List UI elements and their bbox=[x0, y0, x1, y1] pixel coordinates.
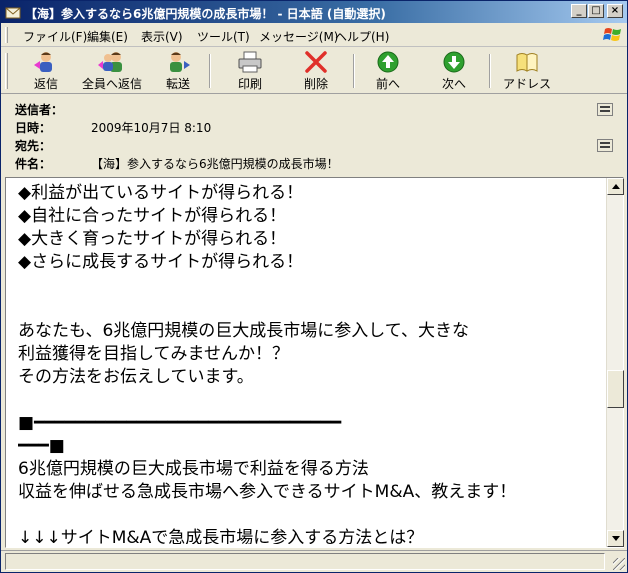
resize-grip[interactable] bbox=[613, 558, 625, 570]
print-label: 印刷 bbox=[237, 77, 262, 91]
menu-tools[interactable]: ツール(T) bbox=[197, 28, 250, 45]
subject-label: 件名： bbox=[15, 157, 52, 171]
address-book-button[interactable]: アドレス bbox=[501, 51, 553, 91]
address-label: アドレス bbox=[502, 77, 551, 91]
mail-app-icon bbox=[5, 7, 21, 19]
from-label: 送信者： bbox=[15, 103, 64, 117]
menu-help[interactable]: ヘルプ(H) bbox=[335, 28, 389, 45]
from-expand-button[interactable] bbox=[597, 103, 613, 116]
to-expand-button[interactable] bbox=[597, 139, 613, 152]
arrow-down-icon bbox=[443, 51, 465, 73]
toolbar: 返信 全員へ返信 転送 印刷 削除 前へ 次へ アドレス bbox=[1, 48, 627, 94]
printer-icon bbox=[238, 51, 262, 73]
next-label: 次へ bbox=[441, 77, 466, 91]
toolbar-grip bbox=[5, 53, 8, 89]
reply-button[interactable]: 返信 bbox=[23, 51, 69, 91]
date-value: 2009年10月7日 8:10 bbox=[91, 121, 212, 135]
toolbar-separator bbox=[353, 54, 355, 88]
to-label: 宛先： bbox=[15, 139, 52, 153]
forward-icon bbox=[170, 52, 190, 72]
menu-grip bbox=[5, 27, 8, 43]
delete-x-icon bbox=[305, 51, 327, 73]
triangle-up-icon bbox=[612, 184, 620, 189]
reply-icon bbox=[34, 52, 52, 72]
forward-button[interactable]: 転送 bbox=[157, 51, 199, 91]
message-window: 【海】参入するなら6兆億円規模の成長市場！ - 日本語 (自動選択) _ □ ×… bbox=[0, 0, 628, 573]
status-pane bbox=[5, 553, 605, 570]
previous-label: 前へ bbox=[375, 77, 400, 91]
arrow-up-icon bbox=[377, 51, 399, 73]
print-button[interactable]: 印刷 bbox=[227, 51, 273, 91]
forward-label: 転送 bbox=[165, 77, 190, 91]
menu-message[interactable]: メッセージ(M) bbox=[259, 28, 338, 45]
reply-all-label: 全員へ返信 bbox=[81, 77, 142, 91]
menu-edit[interactable]: 編集(E) bbox=[87, 28, 128, 45]
vertical-scrollbar[interactable] bbox=[606, 178, 624, 547]
address-book-icon bbox=[516, 53, 538, 72]
maximize-button[interactable]: □ bbox=[588, 4, 604, 18]
delete-label: 削除 bbox=[303, 77, 328, 91]
toolbar-separator bbox=[209, 54, 211, 88]
scroll-up-button[interactable] bbox=[607, 178, 624, 195]
message-headers: 送信者： 日時： 2009年10月7日 8:10 宛先： 件名： 【海】参入する… bbox=[1, 95, 627, 175]
minimize-button[interactable]: _ bbox=[571, 4, 587, 18]
windows-logo-icon bbox=[603, 28, 621, 41]
message-body[interactable]: ◆利益が出ているサイトが得られる！ ◆自社に合ったサイトが得られる！ ◆大きく育… bbox=[18, 182, 603, 544]
menu-bar: ファイル(F) 編集(E) 表示(V) ツール(T) メッセージ(M) ヘルプ(… bbox=[1, 23, 627, 47]
reply-label: 返信 bbox=[33, 77, 58, 91]
menu-file[interactable]: ファイル(F) bbox=[23, 28, 87, 45]
message-body-frame: ◆利益が出ているサイトが得られる！ ◆自社に合ったサイトが得られる！ ◆大きく育… bbox=[5, 177, 624, 548]
reply-all-icon bbox=[98, 52, 122, 72]
status-bar bbox=[1, 550, 627, 572]
triangle-down-icon bbox=[612, 536, 620, 541]
window-title: 【海】参入するなら6兆億円規模の成長市場！ - 日本語 (自動選択) bbox=[25, 7, 386, 21]
date-label: 日時： bbox=[15, 121, 52, 135]
next-button[interactable]: 次へ bbox=[433, 51, 475, 91]
scroll-down-button[interactable] bbox=[607, 530, 624, 547]
scroll-thumb[interactable] bbox=[607, 370, 624, 408]
menu-view[interactable]: 表示(V) bbox=[141, 28, 183, 45]
close-button[interactable]: × bbox=[607, 4, 623, 18]
reply-all-button[interactable]: 全員へ返信 bbox=[79, 51, 145, 91]
delete-button[interactable]: 削除 bbox=[293, 51, 339, 91]
subject-value: 【海】参入するなら6兆億円規模の成長市場！ bbox=[91, 157, 339, 171]
toolbar-separator bbox=[489, 54, 491, 88]
previous-button[interactable]: 前へ bbox=[367, 51, 409, 91]
title-bar[interactable]: 【海】参入するなら6兆億円規模の成長市場！ - 日本語 (自動選択) _ □ × bbox=[1, 1, 627, 23]
